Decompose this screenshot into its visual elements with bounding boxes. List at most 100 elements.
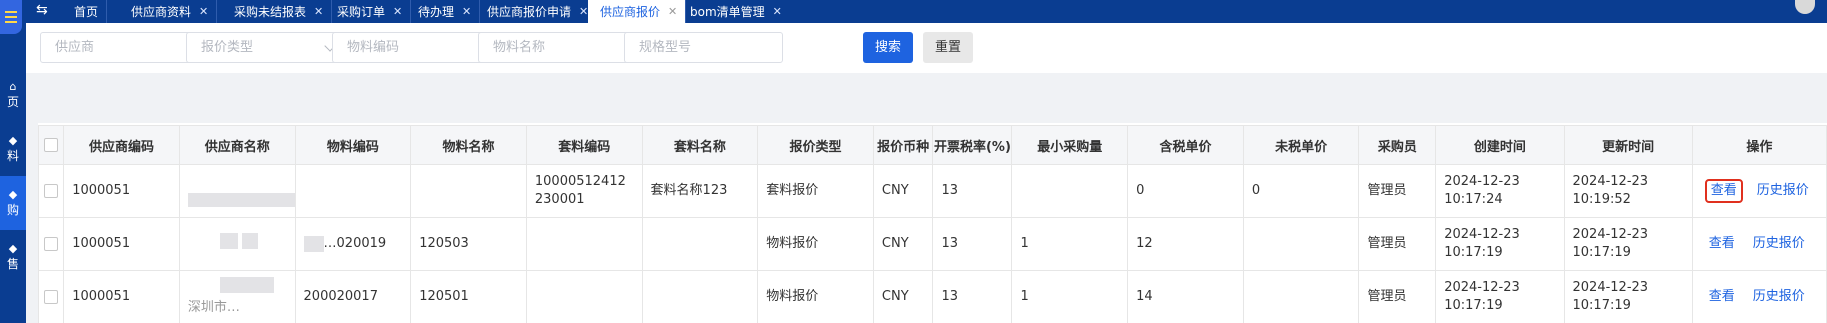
col-header[interactable]: 创建时间 (1435, 125, 1565, 165)
material-name-placeholder: 物料名称 (493, 40, 546, 55)
history-quote-link[interactable]: 历史报价 (1753, 288, 1805, 306)
col-header[interactable]: 最小采购量 (1011, 125, 1129, 165)
close-icon[interactable]: ✕ (393, 5, 402, 18)
col-header[interactable]: 套料名称 (641, 125, 759, 165)
cell-currency: CNY (872, 164, 934, 218)
col-header[interactable]: 报价币种 (872, 125, 934, 165)
supplier-placeholder: 供应商 (55, 40, 95, 55)
col-header[interactable]: 报价类型 (757, 125, 874, 165)
material-code-input[interactable]: 物料编码 (332, 32, 491, 63)
col-header[interactable]: 开票税率(%) (932, 125, 1013, 165)
search-button[interactable]: 搜索 (863, 32, 913, 63)
close-icon[interactable]: ✕ (773, 5, 782, 18)
tab-todo[interactable]: 待办理 ✕ (406, 0, 481, 23)
cell-price-with-tax: 12 (1127, 217, 1244, 271)
view-button[interactable]: 查看 (1705, 287, 1739, 307)
select-all-checkbox[interactable] (37, 125, 65, 165)
cell-actions: 查看 历史报价 (1691, 164, 1827, 218)
cell-price-without-tax (1242, 217, 1360, 271)
history-quote-link[interactable]: 历史报价 (1753, 235, 1805, 253)
close-icon[interactable]: ✕ (199, 5, 208, 18)
cell-kit-name: 套料名称123 (641, 164, 759, 218)
tab-supplier-info[interactable]: 供应商资料 ✕ (119, 0, 218, 23)
sidebar-item-home[interactable]: ⌂ 页 (0, 68, 26, 122)
close-icon[interactable]: ✕ (668, 5, 677, 18)
collapse-menu-icon[interactable]: ⇆ (36, 0, 48, 23)
close-icon[interactable]: ✕ (579, 5, 588, 18)
col-header[interactable]: 更新时间 (1563, 125, 1693, 165)
cell-price-with-tax: 14 (1127, 270, 1244, 323)
sales-icon: ◆ (8, 242, 18, 255)
sidebar-item-material[interactable]: ◆ 料 (0, 122, 26, 176)
col-header: 操作 (1691, 125, 1827, 165)
quote-type-placeholder: 报价类型 (201, 40, 254, 55)
cell-quote-type: 物料报价 (757, 217, 874, 271)
cell-supplier-code: 1000051 (63, 164, 180, 218)
row-checkbox[interactable] (37, 270, 65, 323)
cell-quote-type: 物料报价 (757, 270, 874, 323)
filter-bar: 供应商 报价类型 物料编码 物料名称 规格型号 搜索 重置 (26, 23, 1827, 73)
spec-input[interactable]: 规格型号 (624, 32, 783, 63)
sidebar-item-purchase[interactable]: ◆ 购 (0, 176, 26, 230)
col-header[interactable]: 未税单价 (1242, 125, 1360, 165)
tab-label: 采购未结报表 (234, 5, 307, 19)
cell-tax-rate: 13 (932, 270, 1013, 323)
sidebar-item-label: 购 (6, 203, 19, 217)
sidebar-item-sales[interactable]: ◆ 售 (0, 230, 26, 284)
cell-quote-type: 套料报价 (757, 164, 874, 218)
reset-button[interactable]: 重置 (923, 32, 973, 63)
cell-material-name: 120501 (410, 270, 527, 323)
redacted-block (242, 233, 258, 249)
sidebar: ⌂ 页 ◆ 料 ◆ 购 ◆ 售 (0, 0, 26, 323)
cell-created: 2024-12-23 10:17:19 (1435, 270, 1565, 323)
view-button[interactable]: 查看 (1704, 179, 1743, 203)
menu-toggle-icon[interactable] (0, 0, 22, 34)
tab-supplier-quote-request[interactable]: 供应商报价申请 ✕ (475, 0, 598, 23)
quote-type-select[interactable]: 报价类型 (186, 32, 345, 63)
cell-material-code (294, 164, 412, 218)
avatar[interactable] (1795, 0, 1815, 14)
redacted-block (219, 233, 238, 249)
row-checkbox[interactable] (37, 217, 65, 271)
tab-home[interactable]: 首页 (62, 0, 108, 23)
cell-min-qty: 1 (1011, 270, 1129, 323)
close-icon[interactable]: ✕ (314, 5, 323, 18)
tab-purchase-open-report[interactable]: 采购未结报表 ✕ (222, 0, 333, 23)
cell-buyer: 管理员 (1358, 270, 1437, 323)
history-quote-link[interactable]: 历史报价 (1757, 182, 1809, 200)
cell-kit-name (641, 270, 759, 323)
cell-buyer: 管理员 (1358, 164, 1437, 218)
col-header[interactable]: 物料编码 (294, 125, 412, 165)
tab-label: 供应商报价申请 (487, 5, 572, 19)
tab-bom-management[interactable]: bom清单管理 ✕ (678, 0, 790, 23)
col-header[interactable]: 含税单价 (1127, 125, 1244, 165)
col-header[interactable]: 供应商名称 (178, 125, 296, 165)
redacted-block (219, 277, 238, 293)
supplier-input[interactable]: 供应商 (40, 32, 199, 63)
purchase-icon: ◆ (8, 188, 18, 201)
table-row[interactable]: 1000051 深圳市… 200020017 120501 物料报价 CNY 1… (37, 270, 1827, 323)
cell-material-name: 120503 (410, 217, 527, 271)
material-icon: ◆ (8, 134, 18, 147)
table-row[interactable]: 1000051 …020019 120503 物料报价 CNY 13 1 12 … (37, 217, 1827, 271)
tab-label: 首页 (74, 5, 99, 19)
cell-updated: 2024-12-23 10:17:19 (1563, 270, 1693, 323)
tab-purchase-order[interactable]: 采购订单 ✕ (325, 0, 412, 23)
view-button[interactable]: 查看 (1705, 234, 1739, 254)
col-header[interactable]: 套料编码 (525, 125, 643, 165)
tab-label: bom清单管理 (690, 5, 765, 19)
cell-supplier-code: 1000051 (63, 217, 180, 271)
tab-supplier-quote[interactable]: 供应商报价 ✕ (588, 0, 687, 23)
cell-material-code: 200020017 (294, 270, 412, 323)
cell-kit-code: 10000512412230001 (525, 164, 643, 218)
col-header[interactable]: 供应商编码 (63, 125, 180, 165)
cell-updated: 2024-12-23 10:17:19 (1563, 217, 1693, 271)
table-row[interactable]: 1000051 10000512412230001 套料名称123 套料报价 C… (37, 164, 1827, 218)
material-name-input[interactable]: 物料名称 (478, 32, 637, 63)
spec-placeholder: 规格型号 (639, 40, 692, 55)
col-header[interactable]: 物料名称 (410, 125, 527, 165)
close-icon[interactable]: ✕ (462, 5, 471, 18)
col-header[interactable]: 采购员 (1358, 125, 1437, 165)
cell-kit-name (641, 217, 759, 271)
row-checkbox[interactable] (37, 164, 65, 218)
